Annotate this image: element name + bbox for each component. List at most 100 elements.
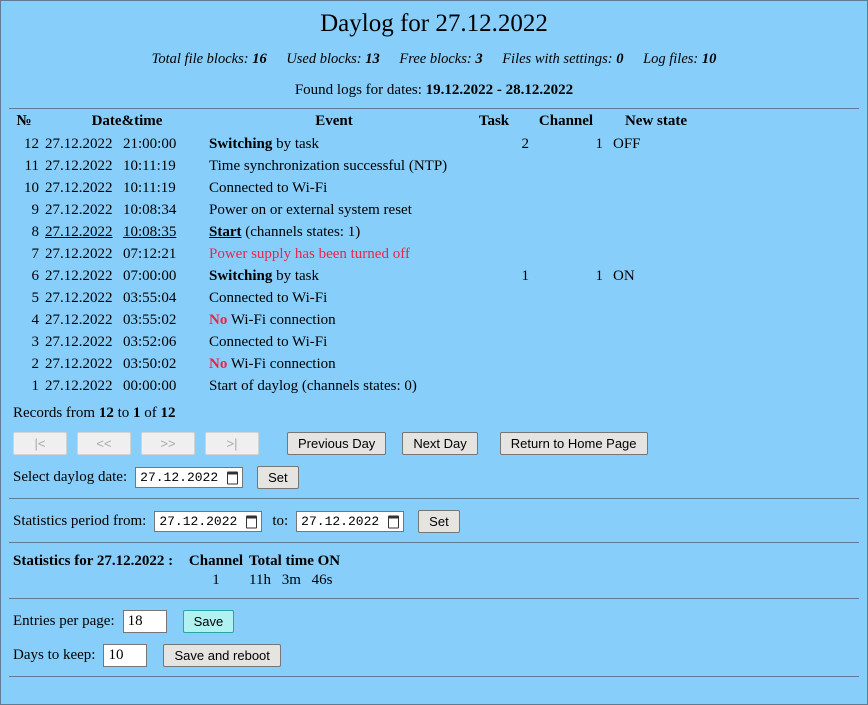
- next-day-button[interactable]: Next Day: [402, 432, 478, 455]
- blocks-logfiles-label: Log files:: [643, 51, 699, 67]
- table-row: 10 27.12.2022 10:11:19 Connected to Wi-Fi: [9, 177, 859, 199]
- row-time: 00:00:00: [123, 378, 177, 394]
- row-state: [603, 177, 699, 199]
- row-number: 5: [31, 290, 40, 306]
- table-row: 4 27.12.2022 03:55:02 No Wi-Fi connection: [9, 309, 859, 331]
- table-row: 9 27.12.2022 10:08:34 Power on or external …: [9, 199, 859, 221]
- row-date: 27.12.2022: [45, 268, 113, 284]
- row-state: [603, 287, 699, 309]
- row-event-emphasis: No: [209, 356, 228, 372]
- divider-top: [9, 108, 859, 109]
- row-state: [603, 309, 699, 331]
- row-date: 27.12.2022: [45, 202, 113, 218]
- table-row: 3 27.12.2022 03:52:06 Connected to Wi-Fi: [9, 331, 859, 353]
- row-event: Time synchronization successful (NTP): [209, 158, 448, 174]
- pagination-toolbar: |< << >> >| Previous Day Next Day Return…: [9, 432, 859, 455]
- daylog-page: Daylog for 27.12.2022 Total file blocks:…: [0, 0, 868, 705]
- col-header-datetime: Date&time: [91, 113, 163, 129]
- statistics-from-wrapper: [154, 511, 263, 532]
- row-event: Connected to Wi-Fi: [209, 180, 328, 196]
- daylog-date-wrapper: [135, 467, 244, 488]
- col-header-num: №: [16, 113, 32, 129]
- divider-bottom: [9, 676, 859, 677]
- row-pad: [699, 155, 859, 177]
- row-number: 4: [31, 312, 40, 328]
- col-header-event: Event: [315, 113, 353, 129]
- row-pad: [699, 309, 859, 331]
- row-state: [603, 199, 699, 221]
- previous-day-button[interactable]: Previous Day: [287, 432, 387, 455]
- row-time: 03:52:06: [123, 334, 177, 350]
- row-pad: [699, 221, 859, 243]
- row-event: Switching by task: [209, 268, 320, 284]
- entries-per-page-input[interactable]: [122, 610, 167, 633]
- statistics-period-set-button[interactable]: Set: [418, 510, 460, 533]
- row-date: 27.12.2022: [45, 378, 113, 394]
- row-date: 27.12.2022: [45, 356, 113, 372]
- daylog-date-set-button[interactable]: Set: [257, 466, 299, 489]
- row-channel: [529, 243, 603, 265]
- col-header-state: New state: [624, 113, 688, 129]
- divider-statistics: [9, 542, 859, 543]
- row-channel: [529, 287, 603, 309]
- next-page-button[interactable]: >>: [141, 432, 195, 455]
- row-date: 27.12.2022: [45, 246, 113, 262]
- row-number: 3: [31, 334, 40, 350]
- row-channel: [529, 331, 603, 353]
- row-number: 8: [31, 224, 40, 240]
- blocks-total-label: Total file blocks:: [151, 51, 249, 67]
- statistics-period-label: Statistics period from:: [13, 513, 147, 529]
- return-home-button[interactable]: Return to Home Page: [499, 432, 648, 455]
- days-to-keep-label: Days to keep:: [13, 647, 96, 663]
- statistics-col-channel: Channel: [188, 553, 244, 569]
- entries-save-button[interactable]: Save: [182, 610, 235, 633]
- row-channel: [529, 375, 603, 397]
- found-logs-label: Found logs for dates:: [294, 82, 422, 98]
- col-header-task: Task: [478, 113, 510, 129]
- row-event-emphasis: No: [209, 312, 228, 328]
- row-event-emphasis: Switching: [209, 268, 273, 284]
- records-count: Records from 12 to 1 of 12: [9, 405, 859, 422]
- row-date: 27.12.2022: [45, 290, 113, 306]
- statistics-channel-value: 1: [212, 572, 220, 588]
- row-number: 1: [31, 378, 40, 394]
- blocks-used-label: Used blocks:: [286, 51, 362, 67]
- statistics-title: Statistics for 27.12.2022 :: [13, 553, 174, 569]
- row-time: 10:08:34: [123, 202, 177, 218]
- row-pad: [699, 199, 859, 221]
- row-event: Switching by task: [209, 136, 320, 152]
- statistics-row: 1 11h 3m 46s: [9, 572, 859, 589]
- table-row: 1 27.12.2022 00:00:00 Start of daylog (chan…: [9, 375, 859, 397]
- row-number: 10: [24, 180, 39, 196]
- found-logs-range: 19.12.2022 - 28.12.2022: [425, 82, 574, 98]
- row-event: Connected to Wi-Fi: [209, 290, 328, 306]
- days-save-reboot-button[interactable]: Save and reboot: [163, 644, 281, 667]
- last-page-button[interactable]: >|: [205, 432, 259, 455]
- blocks-used-value: 13: [365, 51, 380, 67]
- records-suffix: of: [140, 405, 161, 421]
- table-row: 5 27.12.2022 03:55:04 Connected to Wi-Fi: [9, 287, 859, 309]
- table-row: 11 27.12.2022 10:11:19 Time synchronization…: [9, 155, 859, 177]
- statistics-minutes: 3m: [281, 572, 301, 588]
- blocks-used: Used blocks: 13: [286, 51, 383, 67]
- entries-per-page-row: Entries per page: Save: [9, 610, 859, 633]
- row-time: 07:00:00: [123, 268, 177, 284]
- prev-page-button[interactable]: <<: [77, 432, 131, 455]
- records-prefix: Records from: [13, 405, 99, 421]
- row-task: [459, 243, 529, 265]
- blocks-logfiles-value: 10: [701, 51, 717, 67]
- statistics-to-wrapper: [296, 511, 405, 532]
- row-channel: [529, 199, 603, 221]
- row-task: [459, 353, 529, 375]
- row-event-emphasis: Switching: [209, 136, 273, 152]
- entries-per-page-label: Entries per page:: [13, 613, 115, 629]
- daylog-date-input[interactable]: [135, 467, 244, 488]
- days-to-keep-input[interactable]: [103, 644, 148, 667]
- first-page-button[interactable]: |<: [13, 432, 67, 455]
- row-event: Start of daylog (channels states: 0): [209, 378, 417, 394]
- row-time: 21:00:00: [123, 136, 177, 152]
- row-date: 27.12.2022: [45, 136, 113, 152]
- statistics-from-input[interactable]: [154, 511, 263, 532]
- statistics-to-input[interactable]: [296, 511, 405, 532]
- col-header-channel: Channel: [538, 113, 594, 129]
